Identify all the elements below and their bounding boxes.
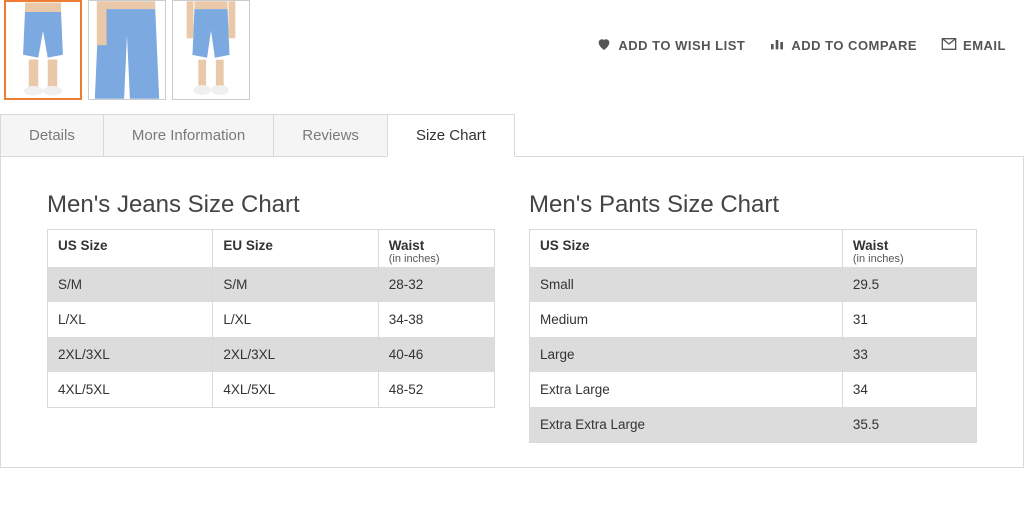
thumbnail-2[interactable]	[88, 0, 166, 100]
email-label: EMAIL	[963, 38, 1006, 53]
bar-chart-icon	[769, 36, 785, 55]
jeans-chart-title: Men's Jeans Size Chart	[47, 191, 495, 219]
compare-label: ADD TO COMPARE	[791, 38, 917, 53]
jeans-size-table: US Size EU Size Waist (in inches) S/MS/M…	[47, 229, 495, 408]
table-row: Extra Large34	[530, 372, 977, 407]
table-cell: 40-46	[378, 337, 494, 372]
tab-reviews[interactable]: Reviews	[273, 114, 388, 156]
table-cell: S/M	[213, 267, 378, 302]
table-cell: 48-52	[378, 372, 494, 408]
table-row: Large33	[530, 337, 977, 372]
table-cell: Small	[530, 267, 843, 302]
table-row: Small29.5	[530, 267, 977, 302]
pants-size-table: US Size Waist (in inches) Small29.5Mediu…	[529, 229, 977, 443]
add-to-wishlist-button[interactable]: ADD TO WISH LIST	[596, 36, 745, 55]
table-cell: Large	[530, 337, 843, 372]
pants-header-us: US Size	[530, 230, 843, 268]
table-row: Medium31	[530, 302, 977, 337]
table-cell: 29.5	[842, 267, 976, 302]
table-row: 4XL/5XL4XL/5XL48-52	[48, 372, 495, 408]
jeans-header-waist: Waist (in inches)	[378, 230, 494, 268]
product-action-links: ADD TO WISH LIST ADD TO COMPARE EMAIL	[596, 0, 1020, 55]
thumbnail-3[interactable]	[172, 0, 250, 100]
jeans-header-us: US Size	[48, 230, 213, 268]
tab-details[interactable]: Details	[0, 114, 104, 156]
product-tabs: Details More Information Reviews Size Ch…	[0, 114, 1024, 157]
heart-icon	[596, 36, 612, 55]
table-cell: 4XL/5XL	[48, 372, 213, 408]
thumbnail-1[interactable]	[4, 0, 82, 100]
table-cell: Extra Extra Large	[530, 407, 843, 443]
table-cell: 31	[842, 302, 976, 337]
table-cell: 33	[842, 337, 976, 372]
table-cell: 28-32	[378, 267, 494, 302]
product-thumbnails	[4, 0, 250, 100]
table-cell: 34	[842, 372, 976, 407]
tab-more-information[interactable]: More Information	[103, 114, 274, 156]
table-cell: 2XL/3XL	[213, 337, 378, 372]
jeans-size-chart: Men's Jeans Size Chart US Size EU Size W…	[47, 191, 495, 443]
envelope-icon	[941, 36, 957, 55]
pants-chart-title: Men's Pants Size Chart	[529, 191, 977, 219]
pants-header-waist: Waist (in inches)	[842, 230, 976, 268]
table-row: L/XLL/XL34-38	[48, 302, 495, 337]
table-row: 2XL/3XL2XL/3XL40-46	[48, 337, 495, 372]
table-row: S/MS/M28-32	[48, 267, 495, 302]
tab-content-size-chart: Men's Jeans Size Chart US Size EU Size W…	[0, 157, 1024, 468]
tab-size-chart[interactable]: Size Chart	[387, 114, 515, 157]
table-cell: Medium	[530, 302, 843, 337]
table-cell: L/XL	[48, 302, 213, 337]
jeans-header-eu: EU Size	[213, 230, 378, 268]
wishlist-label: ADD TO WISH LIST	[618, 38, 745, 53]
add-to-compare-button[interactable]: ADD TO COMPARE	[769, 36, 917, 55]
table-cell: 34-38	[378, 302, 494, 337]
table-cell: 2XL/3XL	[48, 337, 213, 372]
table-cell: 35.5	[842, 407, 976, 443]
email-button[interactable]: EMAIL	[941, 36, 1006, 55]
table-cell: S/M	[48, 267, 213, 302]
table-row: Extra Extra Large35.5	[530, 407, 977, 443]
table-cell: 4XL/5XL	[213, 372, 378, 408]
table-cell: L/XL	[213, 302, 378, 337]
table-cell: Extra Large	[530, 372, 843, 407]
pants-size-chart: Men's Pants Size Chart US Size Waist (in…	[529, 191, 977, 443]
